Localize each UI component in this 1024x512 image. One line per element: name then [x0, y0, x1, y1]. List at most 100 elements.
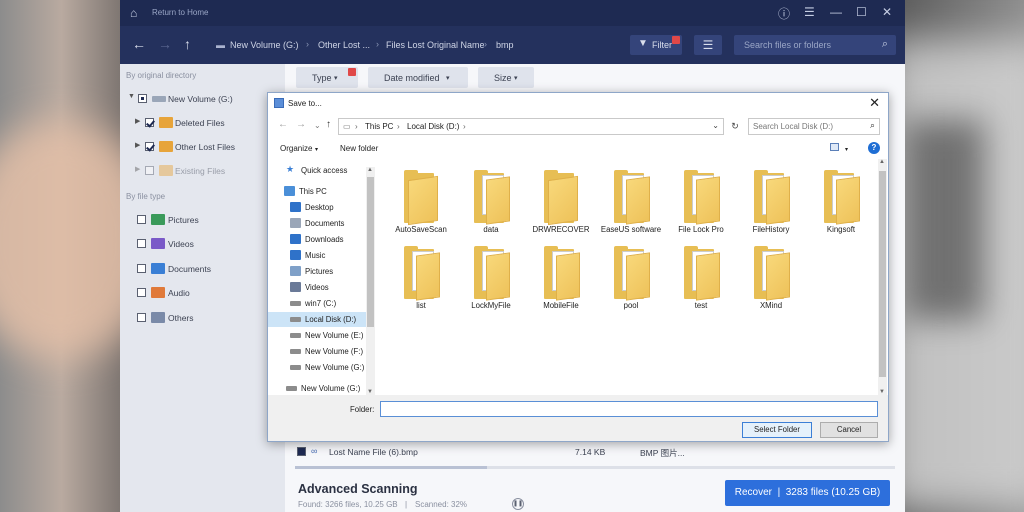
- return-home-link[interactable]: Return to Home: [152, 8, 208, 17]
- chevron-right-icon[interactable]: ▶: [135, 165, 140, 173]
- maximize-button[interactable]: ☐: [856, 5, 867, 19]
- search-input[interactable]: Search files or folders ⌕: [734, 35, 896, 55]
- tree-item-downloads[interactable]: Downloads: [290, 232, 366, 247]
- chevron-down-icon[interactable]: ▾: [315, 146, 318, 153]
- up-arrow-icon[interactable]: ↑: [184, 36, 191, 52]
- filetype-audio[interactable]: Audio: [137, 285, 282, 301]
- cancel-button[interactable]: Cancel: [820, 422, 878, 438]
- tree-item-desktop[interactable]: Desktop: [290, 200, 366, 215]
- list-menu-button[interactable]: ☰: [694, 35, 722, 55]
- chevron-down-icon[interactable]: ⌄: [314, 121, 321, 130]
- tree-checkbox[interactable]: [145, 166, 154, 175]
- scroll-thumb[interactable]: [367, 177, 374, 327]
- back-arrow-icon[interactable]: ←: [278, 119, 288, 130]
- tree-item-new-volume-g[interactable]: New Volume (G:): [290, 360, 366, 375]
- recover-button[interactable]: Recover | 3283 files (10.25 GB): [725, 480, 890, 506]
- tree-checkbox[interactable]: [145, 142, 154, 151]
- folder-item[interactable]: XMind: [736, 241, 806, 311]
- tree-item-local-disk-d[interactable]: Local Disk (D:): [268, 312, 366, 327]
- search-icon[interactable]: ⌕: [870, 120, 875, 131]
- scroll-up-icon[interactable]: ▲: [879, 159, 885, 165]
- tree-item-deleted-files[interactable]: ▶ Deleted Files: [135, 115, 285, 131]
- close-icon[interactable]: ✕: [869, 95, 880, 111]
- size-filter-dropdown[interactable]: Size ▾: [478, 67, 534, 88]
- tree-item-quick-access[interactable]: ★ Quick access: [286, 163, 366, 178]
- filetype-videos[interactable]: Videos: [137, 236, 282, 252]
- filter-button[interactable]: ▼ Filter: [630, 35, 682, 55]
- folder-item[interactable]: DRWRECOVER: [526, 165, 596, 235]
- tree-item-this-pc[interactable]: This PC: [284, 184, 366, 199]
- folder-item[interactable]: data: [456, 165, 526, 235]
- chevron-right-icon[interactable]: ▶: [135, 141, 140, 149]
- back-arrow-icon[interactable]: ←: [132, 36, 146, 52]
- pause-icon[interactable]: ❚❚: [512, 498, 524, 510]
- address-input[interactable]: ▭ › This PC › Local Disk (D:) › ⌄: [338, 118, 724, 135]
- tree-item-win7-c[interactable]: win7 (C:): [290, 296, 366, 311]
- address-segment-this-pc[interactable]: This PC: [365, 122, 393, 131]
- forward-arrow-icon[interactable]: →: [296, 119, 306, 130]
- breadcrumb-item-2[interactable]: Other Lost ...: [318, 40, 370, 50]
- home-icon[interactable]: ⌂: [130, 6, 137, 20]
- tree-item-new-volume[interactable]: ▼ New Volume (G:): [128, 91, 278, 107]
- date-modified-dropdown[interactable]: Date modified ▾: [368, 67, 468, 88]
- folder-item[interactable]: MobileFile: [526, 241, 596, 311]
- dialog-search-input[interactable]: Search Local Disk (D:) ⌕: [748, 118, 880, 135]
- address-segment-local-disk[interactable]: Local Disk (D:): [407, 122, 459, 131]
- up-arrow-icon[interactable]: ↑: [326, 119, 331, 130]
- folder-item[interactable]: AutoSaveScan: [386, 165, 456, 235]
- breadcrumb-item-4[interactable]: bmp: [496, 40, 514, 50]
- chevron-down-icon[interactable]: ▼: [128, 93, 135, 100]
- tree-scrollbar[interactable]: ▲ ▼: [366, 167, 375, 395]
- folder-field[interactable]: [380, 401, 878, 417]
- tree-item-new-volume-f[interactable]: New Volume (F:): [290, 344, 366, 359]
- new-folder-button[interactable]: New folder: [340, 144, 378, 153]
- scroll-thumb[interactable]: [879, 171, 886, 377]
- minimize-button[interactable]: —: [830, 5, 842, 19]
- type-checkbox[interactable]: [137, 264, 146, 273]
- view-options-icon[interactable]: [830, 143, 839, 151]
- folder-item[interactable]: LockMyFile: [456, 241, 526, 311]
- refresh-icon[interactable]: ↻: [728, 118, 742, 135]
- close-button[interactable]: ✕: [882, 5, 892, 19]
- organize-menu[interactable]: Organize: [280, 144, 312, 153]
- chevron-down-icon[interactable]: ▾: [845, 146, 848, 153]
- folder-item[interactable]: pool: [596, 241, 666, 311]
- chevron-down-icon[interactable]: ⌄: [712, 121, 719, 130]
- tree-item-videos[interactable]: Videos: [290, 280, 366, 295]
- folder-item[interactable]: Kingsoft: [806, 165, 876, 235]
- type-checkbox[interactable]: [137, 215, 146, 224]
- tree-checkbox[interactable]: [145, 118, 154, 127]
- tree-checkbox[interactable]: [138, 94, 147, 103]
- row-checkbox[interactable]: [297, 447, 306, 456]
- breadcrumb-item-1[interactable]: New Volume (G:): [230, 40, 299, 50]
- forward-arrow-icon[interactable]: →: [158, 36, 172, 52]
- table-row[interactable]: ∞ Lost Name File (6).bmp 7.14 KB BMP 图片.…: [295, 442, 895, 462]
- tree-item-new-volume-g[interactable]: New Volume (G:): [286, 381, 366, 395]
- folder-item[interactable]: EaseUS software: [596, 165, 666, 235]
- tree-item-new-volume-e[interactable]: New Volume (E:): [290, 328, 366, 343]
- scroll-up-icon[interactable]: ▲: [367, 167, 373, 173]
- tree-item-documents[interactable]: Documents: [290, 216, 366, 231]
- help-icon[interactable]: ?: [868, 142, 880, 154]
- info-icon[interactable]: ⓘ: [778, 5, 790, 22]
- type-checkbox[interactable]: [137, 313, 146, 322]
- chevron-right-icon[interactable]: ▶: [135, 117, 140, 125]
- type-filter-dropdown[interactable]: Type ▾: [296, 67, 358, 88]
- folder-item[interactable]: list: [386, 241, 456, 311]
- tree-item-music[interactable]: Music: [290, 248, 366, 263]
- tree-item-other-lost-files[interactable]: ▶ Other Lost Files: [135, 139, 285, 155]
- filetype-pictures[interactable]: Pictures: [137, 212, 282, 228]
- files-scrollbar[interactable]: ▲ ▼: [878, 159, 887, 395]
- filetype-others[interactable]: Others: [137, 310, 282, 326]
- search-icon[interactable]: ⌕: [882, 38, 888, 51]
- folder-item[interactable]: ⚙FileHistory: [736, 165, 806, 235]
- menu-icon[interactable]: ☰: [804, 5, 815, 19]
- filetype-documents[interactable]: Documents: [137, 261, 282, 277]
- select-folder-button[interactable]: Select Folder: [742, 422, 812, 438]
- tree-item-pictures[interactable]: Pictures: [290, 264, 366, 279]
- type-checkbox[interactable]: [137, 239, 146, 248]
- folder-item[interactable]: ⚙File Lock Pro: [666, 165, 736, 235]
- breadcrumb-item-3[interactable]: Files Lost Original Name: [386, 40, 485, 50]
- folder-item[interactable]: Stest: [666, 241, 736, 311]
- type-checkbox[interactable]: [137, 288, 146, 297]
